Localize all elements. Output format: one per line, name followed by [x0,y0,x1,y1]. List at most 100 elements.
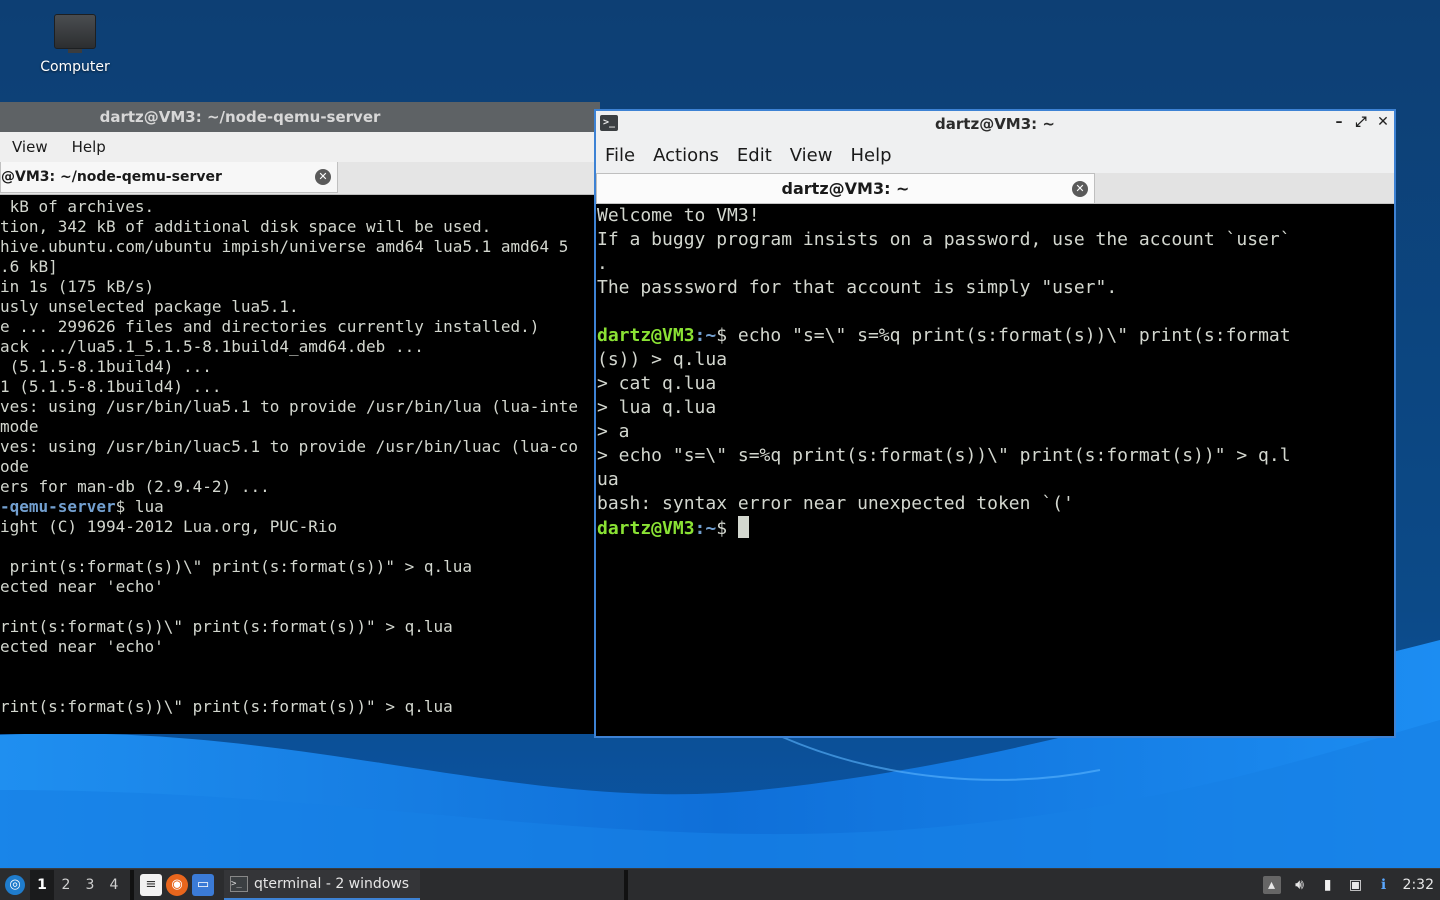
menu-view[interactable]: View [0,138,60,156]
terminal-window-node-qemu-server[interactable]: dartz@VM3: ~/node-qemu-server View Help … [0,102,600,734]
window-titlebar[interactable]: >_ dartz@VM3: ~ – ⤢ ✕ [596,111,1394,137]
clock[interactable]: 2:32 [1403,877,1434,893]
show-desktop-icon[interactable]: ▭ [192,873,214,896]
tab-bar: @VM3: ~/node-qemu-server ✕ [0,162,600,195]
terminal-line: > cat q.lua [597,373,717,394]
prompt-command: $ lua [115,497,164,516]
terminal-line: (s)) > q.lua [597,349,728,370]
terminal-line: usly unselected package lua5.1. [0,297,299,316]
window-titlebar[interactable]: dartz@VM3: ~/node-qemu-server [0,102,600,132]
prompt-user: dartz@VM3 [597,518,695,539]
terminal-line: in 1s (175 kB/s) [0,277,155,296]
terminal-line: ers for man-db (2.9.4-2) ... [0,477,270,496]
network-icon[interactable]: ▣ [1347,876,1365,894]
terminal-line: > a [597,421,630,442]
terminal-line: e ... 299626 files and directories curre… [0,317,540,336]
close-tab-icon[interactable]: ✕ [315,169,331,185]
eject-icon[interactable]: ▴ [1262,875,1281,894]
update-notifier-icon[interactable]: ℹ [1375,876,1393,894]
tab-bar: dartz@VM3: ~ ✕ [596,173,1394,204]
terminal-line: hive.ubuntu.com/ubuntu impish/universe a… [0,237,569,256]
terminal-line: ight (C) 1994-2012 Lua.org, PUC-Rio [0,517,338,536]
prompt-path: :~ [694,325,717,346]
terminal-line: ode [0,457,29,476]
lubuntu-logo-icon: ◎ [5,874,25,895]
terminal-line: ected near 'echo' [0,577,164,596]
task-label: qterminal - 2 windows [254,875,410,892]
menu-bar: File Actions Edit View Help [596,137,1394,173]
tab-label: @VM3: ~/node-qemu-server [1,169,222,185]
prompt-command: echo "s=\" s=%q print(s:format(s))\" pri… [737,325,1291,346]
prompt-symbol: $ [716,325,738,346]
prompt-path-fragment: -qemu-server [0,497,116,516]
terminal-line: The passsword for that account is simply… [597,277,1118,298]
terminal-line: If a buggy program insists on a password… [597,229,1291,250]
terminal-line: . [597,253,608,274]
text-cursor [737,516,749,538]
text-editor-icon[interactable]: ≡ [140,873,162,896]
terminal-line: ves: using /usr/bin/luac5.1 to provide /… [0,437,578,456]
terminal-prompt-line: -qemu-server$ lua [0,497,600,517]
computer-icon [54,14,96,53]
terminal-line: Welcome to VM3! [597,205,760,226]
menu-help[interactable]: Help [60,138,118,156]
terminal-output[interactable]: kB of archives. tion, 342 kB of addition… [0,195,600,717]
close-window-icon[interactable]: ✕ [1376,114,1390,130]
terminal-line: > lua q.lua [597,397,717,418]
desktop-icon-label: Computer [40,59,110,75]
terminal-line: ack .../lua5.1_5.1.5-8.1build4_amd64.deb… [0,337,424,356]
terminal-app-icon: >_ [600,115,618,131]
menu-file[interactable]: File [596,145,644,166]
menu-help[interactable]: Help [841,145,900,166]
menu-actions[interactable]: Actions [644,145,728,166]
taskbar-task-qterminal[interactable]: >_ qterminal - 2 windows [224,869,420,900]
terminal-line: print(s:format(s))\" print(s:format(s))"… [0,557,473,576]
taskbar-separator [130,869,134,900]
terminal-line: .6 kB] [0,257,58,276]
start-menu-button[interactable]: ◎ [0,870,30,900]
taskbar-separator [624,869,628,900]
terminal-line: ua [597,469,619,490]
terminal-app-icon: >_ [230,875,248,892]
workspace-2[interactable]: 2 [54,870,78,900]
terminal-tab[interactable]: dartz@VM3: ~ ✕ [596,173,1095,203]
terminal-line: rint(s:format(s))\" print(s:format(s))" … [0,697,453,716]
terminal-prompt-line[interactable]: dartz@VM3:~$ [597,516,1394,541]
system-tray: ▴ 🔊︎ ▮ ▣ ℹ 2:32 [1262,875,1440,894]
volume-icon[interactable]: 🔊︎ [1291,876,1309,894]
desktop-icon-computer[interactable]: Computer [30,14,120,75]
minimize-icon[interactable]: – [1332,114,1346,130]
terminal-line: ected near 'echo' [0,637,164,656]
terminal-line: kB of archives. [0,197,155,216]
terminal-line: (5.1.5-8.1build4) ... [0,357,212,376]
menu-bar: View Help [0,132,600,162]
terminal-prompt-line: dartz@VM3:~$ echo "s=\" s=%q print(s:for… [597,324,1394,348]
terminal-line: bash: syntax error near unexpected token… [597,493,1074,514]
window-title: dartz@VM3: ~/node-qemu-server [99,108,381,126]
terminal-output[interactable]: Welcome to VM3! If a buggy program insis… [596,204,1394,541]
terminal-line: > echo "s=\" s=%q print(s:format(s))\" p… [597,445,1291,466]
prompt-path: :~ [694,518,717,539]
prompt-symbol: $ [716,518,738,539]
terminal-line: mode [0,417,39,436]
prompt-user: dartz@VM3 [597,325,695,346]
terminal-line: tion, 342 kB of additional disk space wi… [0,217,492,236]
menu-view[interactable]: View [781,145,842,166]
workspace-4[interactable]: 4 [102,870,126,900]
terminal-window-home[interactable]: >_ dartz@VM3: ~ – ⤢ ✕ File Actions Edit … [594,109,1396,738]
terminal-tab[interactable]: @VM3: ~/node-qemu-server ✕ [0,162,338,193]
menu-edit[interactable]: Edit [728,145,781,166]
clipboard-icon[interactable]: ▮ [1319,876,1337,894]
workspace-1[interactable]: 1 [30,869,54,900]
firefox-icon[interactable]: ◉ [166,873,188,896]
close-tab-icon[interactable]: ✕ [1072,181,1088,197]
workspace-3[interactable]: 3 [78,870,102,900]
taskbar: ◎ 1 2 3 4 ≡ ◉ ▭ >_ qterminal - 2 windows… [0,868,1440,900]
terminal-line: 1 (5.1.5-8.1build4) ... [0,377,222,396]
maximize-icon[interactable]: ⤢ [1354,114,1368,130]
window-title: dartz@VM3: ~ [935,115,1055,133]
